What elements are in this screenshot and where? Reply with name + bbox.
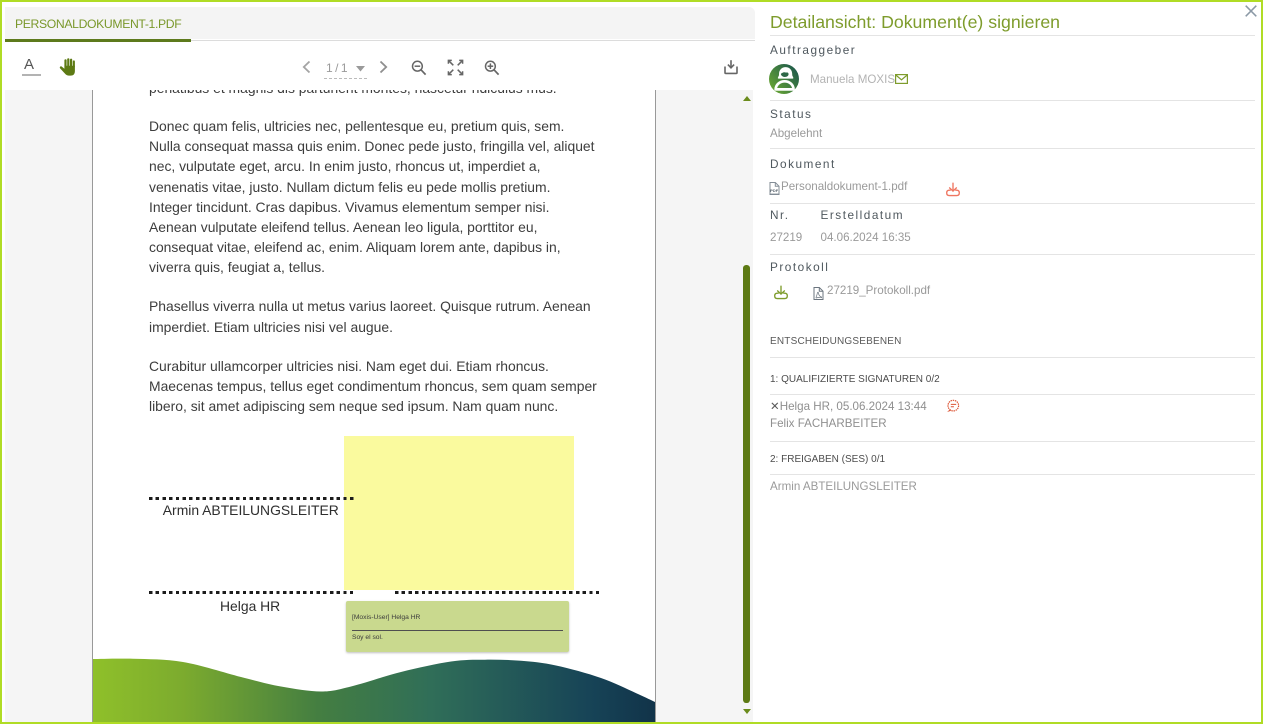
svg-text:PDF: PDF xyxy=(770,188,778,193)
